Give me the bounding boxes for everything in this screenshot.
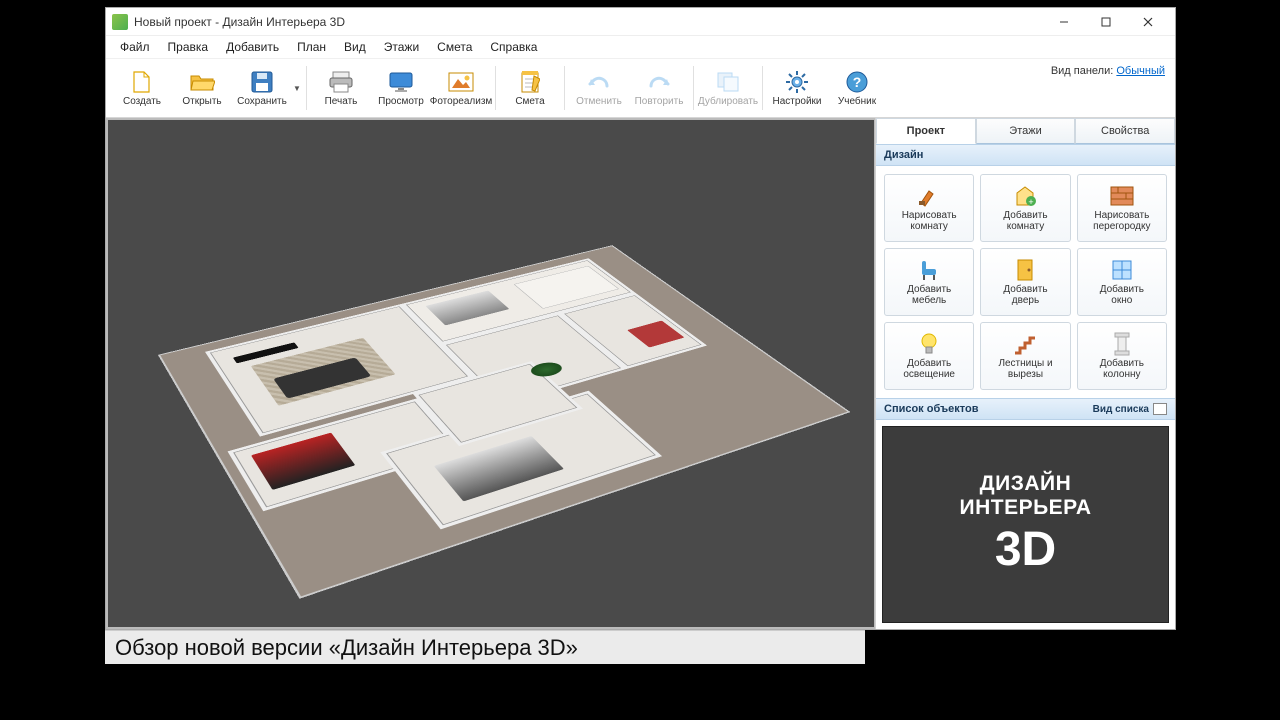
list-view-icon bbox=[1153, 403, 1167, 415]
app-window: Новый проект - Дизайн Интерьера 3D Файл … bbox=[105, 7, 1176, 630]
tool-print[interactable]: Печать bbox=[311, 61, 371, 115]
tool-open[interactable]: Открыть bbox=[172, 61, 232, 115]
promo-banner: ДИЗАЙН ИНТЕРЬЕРА 3D bbox=[882, 426, 1169, 623]
svg-text:+: + bbox=[1029, 197, 1034, 207]
tool-manual[interactable]: ? Учебник bbox=[827, 61, 887, 115]
column-icon bbox=[1109, 332, 1135, 356]
chair-icon bbox=[916, 258, 942, 282]
help-icon: ? bbox=[843, 70, 871, 94]
design-add-column[interactable]: Добавитьколонну bbox=[1077, 322, 1167, 390]
tool-duplicate[interactable]: Дублировать bbox=[698, 61, 758, 115]
floor-plan-model bbox=[158, 245, 851, 599]
separator bbox=[564, 66, 565, 110]
save-icon bbox=[248, 70, 276, 94]
room-plus-icon: + bbox=[1012, 184, 1038, 208]
monitor-icon bbox=[387, 70, 415, 94]
window-icon bbox=[1109, 258, 1135, 282]
design-add-room[interactable]: +Добавитькомнату bbox=[980, 174, 1070, 242]
tab-floors[interactable]: Этажи bbox=[976, 118, 1076, 144]
design-add-door[interactable]: Добавитьдверь bbox=[980, 248, 1070, 316]
separator bbox=[762, 66, 763, 110]
menu-estimate[interactable]: Смета bbox=[429, 38, 480, 56]
list-view-toggle[interactable]: Вид списка bbox=[1093, 403, 1167, 415]
printer-icon bbox=[327, 70, 355, 94]
side-panel: Проект Этажи Свойства Дизайн Нарисоватьк… bbox=[875, 118, 1175, 629]
section-objects-header: Список объектов Вид списка bbox=[876, 398, 1175, 420]
menu-floors[interactable]: Этажи bbox=[376, 38, 427, 56]
undo-icon bbox=[585, 70, 613, 94]
tab-project[interactable]: Проект bbox=[876, 118, 976, 144]
save-dropdown[interactable]: ▼ bbox=[292, 84, 302, 93]
panel-view-link[interactable]: Обычный bbox=[1116, 65, 1165, 77]
panel-view-label: Вид панели: Обычный bbox=[1051, 65, 1165, 77]
tool-create[interactable]: Создать bbox=[112, 61, 172, 115]
separator bbox=[306, 66, 307, 110]
tool-settings[interactable]: Настройки bbox=[767, 61, 827, 115]
stairs-icon bbox=[1012, 332, 1038, 356]
tab-properties[interactable]: Свойства bbox=[1075, 118, 1175, 144]
separator bbox=[693, 66, 694, 110]
design-add-stairs[interactable]: Лестницы ивырезы bbox=[980, 322, 1070, 390]
tool-redo[interactable]: Повторить bbox=[629, 61, 689, 115]
notepad-icon bbox=[516, 70, 544, 94]
design-draw-partition[interactable]: Нарисоватьперегородку bbox=[1077, 174, 1167, 242]
menu-view[interactable]: Вид bbox=[336, 38, 374, 56]
menu-edit[interactable]: Правка bbox=[160, 38, 217, 56]
folder-open-icon bbox=[188, 70, 216, 94]
tool-undo[interactable]: Отменить bbox=[569, 61, 629, 115]
tool-photoreal[interactable]: Фотореализм bbox=[431, 61, 491, 115]
separator bbox=[495, 66, 496, 110]
bulb-icon bbox=[916, 332, 942, 356]
app-icon bbox=[112, 14, 128, 30]
maximize-button[interactable] bbox=[1085, 9, 1127, 35]
new-file-icon bbox=[128, 70, 156, 94]
photo-icon bbox=[447, 70, 475, 94]
menu-plan[interactable]: План bbox=[289, 38, 334, 56]
redo-icon bbox=[645, 70, 673, 94]
menu-add[interactable]: Добавить bbox=[218, 38, 287, 56]
design-add-window[interactable]: Добавитьокно bbox=[1077, 248, 1167, 316]
menu-file[interactable]: Файл bbox=[112, 38, 158, 56]
viewport-3d[interactable] bbox=[106, 118, 875, 629]
design-draw-room[interactable]: Нарисоватькомнату bbox=[884, 174, 974, 242]
door-icon bbox=[1012, 258, 1038, 282]
brush-icon bbox=[916, 184, 942, 208]
duplicate-icon bbox=[714, 70, 742, 94]
tool-preview[interactable]: Просмотр bbox=[371, 61, 431, 115]
menubar: Файл Правка Добавить План Вид Этажи Смет… bbox=[106, 36, 1175, 58]
design-add-light[interactable]: Добавитьосвещение bbox=[884, 322, 974, 390]
svg-text:?: ? bbox=[853, 74, 862, 90]
toolbar: Создать Открыть Сохранить ▼ Печать Просм… bbox=[106, 58, 1175, 118]
tool-save[interactable]: Сохранить bbox=[232, 61, 292, 115]
titlebar: Новый проект - Дизайн Интерьера 3D bbox=[106, 8, 1175, 36]
tool-estimate[interactable]: Смета bbox=[500, 61, 560, 115]
close-button[interactable] bbox=[1127, 9, 1169, 35]
minimize-button[interactable] bbox=[1043, 9, 1085, 35]
design-grid: Нарисоватькомнату+ДобавитькомнатуНарисов… bbox=[876, 166, 1175, 398]
design-add-furniture[interactable]: Добавитьмебель bbox=[884, 248, 974, 316]
section-design-header: Дизайн bbox=[876, 144, 1175, 166]
video-caption: Обзор новой версии «Дизайн Интерьера 3D» bbox=[105, 630, 865, 664]
bricks-icon bbox=[1109, 184, 1135, 208]
gear-icon bbox=[783, 70, 811, 94]
menu-help[interactable]: Справка bbox=[482, 38, 545, 56]
window-title: Новый проект - Дизайн Интерьера 3D bbox=[134, 15, 1043, 29]
